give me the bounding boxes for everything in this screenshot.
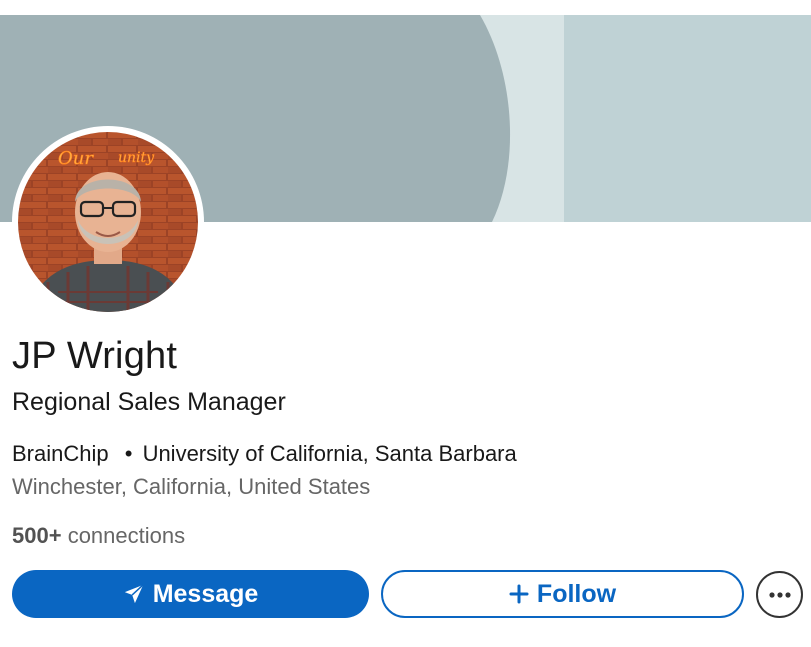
follow-button[interactable]: Follow [381,570,744,618]
profile-affiliations: BrainChip • University of California, Sa… [12,441,517,467]
connections-link[interactable]: 500+ connections [12,523,185,549]
avatar-neon-sign: Our [58,148,94,169]
profile-name: JP Wright [12,335,178,377]
profile-headline: Regional Sales Manager [12,388,286,416]
avatar-photo: Our unity [18,132,198,312]
top-strip [0,0,811,15]
paper-plane-icon [123,583,145,605]
connections-count: 500+ [12,523,62,548]
company-name[interactable]: BrainChip [12,441,109,466]
follow-button-label: Follow [536,579,617,608]
profile-avatar[interactable]: Our unity [18,132,198,312]
plus-icon [509,584,529,604]
more-actions-button[interactable] [756,571,803,618]
school-name[interactable]: University of California, Santa Barbara [143,441,517,466]
message-button-label: Message [152,579,259,608]
profile-location: Winchester, California, United States [12,474,371,499]
connections-label: connections [67,523,186,548]
message-button[interactable]: Message [12,570,369,618]
more-horizontal-icon [768,586,792,604]
svg-text:unity: unity [118,150,155,166]
separator-dot: • [124,441,133,466]
